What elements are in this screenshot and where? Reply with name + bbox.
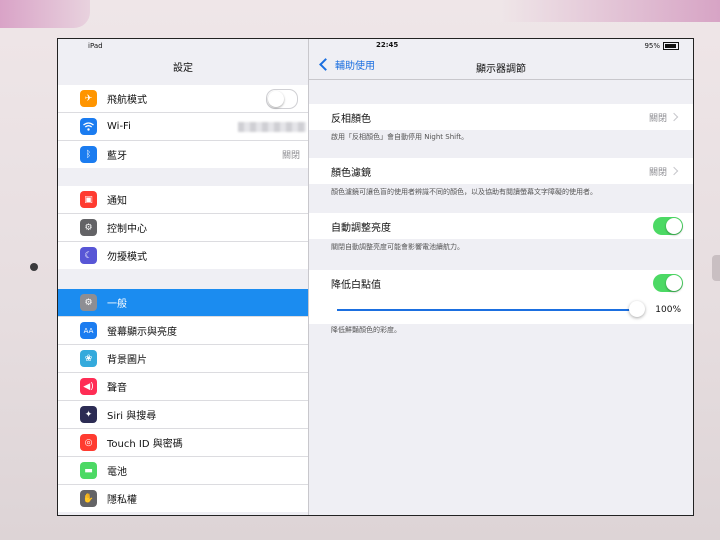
sidebar-item-wifi[interactable]: Wi-Fi <box>58 113 308 141</box>
wifi-icon <box>80 118 97 135</box>
sidebar-item-label: 通知 <box>107 196 127 207</box>
reduce-white-point-cell: 降低白點值 <box>309 270 693 296</box>
bluetooth-icon: ᛒ <box>80 146 97 163</box>
sidebar-item-sounds[interactable]: ◀) 聲音 <box>58 373 308 401</box>
auto-brightness-cell: 自動調整亮度 <box>309 213 693 239</box>
color-filters-footer: 顏色濾鏡可讓色盲的使用者辨識不同的顏色，以及協助有閱讀螢幕文字障礙的使用者。 <box>331 188 597 196</box>
battery-percent: 95% <box>644 42 660 50</box>
reduce-white-point-toggle[interactable] <box>653 274 683 292</box>
sound-icon: ◀) <box>80 378 97 395</box>
sidebar-item-label: 勿擾模式 <box>107 252 147 263</box>
sidebar-group-connectivity: ✈ 飛航模式 Wi-Fi ᛒ 藍牙 關閉 <box>58 85 308 168</box>
invert-colors-label: 反相顏色 <box>331 113 371 125</box>
sidebar-item-touch-id[interactable]: ◎ Touch ID 與密碼 <box>58 429 308 457</box>
sidebar-item-general[interactable]: ⚙ 一般 <box>58 289 308 317</box>
white-point-slider-track[interactable] <box>337 309 637 311</box>
control-center-icon: ⚙ <box>80 219 97 236</box>
white-point-slider-row: 100% <box>309 296 693 324</box>
airplane-mode-toggle[interactable] <box>266 88 298 109</box>
invert-colors-footer: 啟用「反相顏色」會自動停用 Night Shift。 <box>331 133 469 141</box>
front-camera <box>30 263 38 271</box>
settings-sidebar: 設定 ✈ 飛航模式 Wi-Fi ᛒ 藍牙 關閉 ▣ 通知 ⚙ 控制中心 ☾ 勿擾… <box>58 39 309 515</box>
battery-indicator: 95% <box>644 42 679 50</box>
white-point-slider-knob[interactable] <box>629 301 645 317</box>
sidebar-item-bluetooth[interactable]: ᛒ 藍牙 關閉 <box>58 141 308 168</box>
chevron-right-icon <box>669 112 679 122</box>
sidebar-item-label: 一般 <box>107 299 127 310</box>
invert-colors-value: 關閉 <box>648 113 667 124</box>
reduce-white-point-footer: 降低鮮豔顏色的彩度。 <box>331 326 401 334</box>
sidebar-item-label: 藍牙 <box>107 151 127 162</box>
ipad-screen: 設定 ✈ 飛航模式 Wi-Fi ᛒ 藍牙 關閉 ▣ 通知 ⚙ 控制中心 ☾ 勿擾… <box>57 38 694 516</box>
battery-icon: ▬ <box>80 462 97 479</box>
status-time: 22:45 <box>376 41 399 49</box>
chevron-right-icon <box>669 166 679 176</box>
sidebar-item-label: Wi-Fi <box>107 121 131 132</box>
case-corner <box>0 0 90 28</box>
auto-brightness-footer: 關閉自動調整亮度可能會影響電池續航力。 <box>331 243 464 251</box>
case-edge <box>500 0 720 22</box>
sidebar-item-label: 控制中心 <box>107 224 147 235</box>
color-filters-value: 關閉 <box>648 167 667 178</box>
sidebar-item-privacy[interactable]: ✋ 隱私權 <box>58 485 308 512</box>
color-filters-cell[interactable]: 顏色濾鏡 關閉 <box>309 158 693 184</box>
fingerprint-icon: ◎ <box>80 434 97 451</box>
side-button <box>712 255 720 281</box>
status-bar: iPad 22:45 95% <box>58 39 693 53</box>
sidebar-item-display-brightness[interactable]: AA 螢幕顯示與亮度 <box>58 317 308 345</box>
bluetooth-status: 關閉 <box>281 151 300 161</box>
wallpaper-icon: ❀ <box>80 350 97 367</box>
nav-divider <box>309 79 693 80</box>
sidebar-item-control-center[interactable]: ⚙ 控制中心 <box>58 214 308 242</box>
auto-brightness-label: 自動調整亮度 <box>331 222 391 234</box>
hand-icon: ✋ <box>80 490 97 507</box>
detail-pane: 輔助使用 顯示器調節 反相顏色 關閉 啟用「反相顏色」會自動停用 Night S… <box>309 39 693 515</box>
device-label: iPad <box>88 42 103 50</box>
sidebar-item-battery[interactable]: ▬ 電池 <box>58 457 308 485</box>
notifications-icon: ▣ <box>80 191 97 208</box>
invert-colors-cell[interactable]: 反相顏色 關閉 <box>309 104 693 130</box>
sidebar-item-label: 隱私權 <box>107 495 137 506</box>
reduce-white-point-label: 降低白點值 <box>331 279 381 291</box>
auto-brightness-toggle[interactable] <box>653 217 683 235</box>
display-icon: AA <box>80 322 97 339</box>
sidebar-item-label: Touch ID 與密碼 <box>107 439 183 450</box>
sidebar-item-label: 電池 <box>107 467 127 478</box>
moon-icon: ☾ <box>80 247 97 264</box>
battery-status-icon <box>663 42 679 50</box>
gear-icon: ⚙ <box>80 294 97 311</box>
sidebar-item-label: 聲音 <box>107 383 127 394</box>
sidebar-item-notifications[interactable]: ▣ 通知 <box>58 186 308 214</box>
sidebar-item-siri-search[interactable]: ✦ Siri 與搜尋 <box>58 401 308 429</box>
siri-icon: ✦ <box>80 406 97 423</box>
sidebar-group-general: ⚙ 一般 AA 螢幕顯示與亮度 ❀ 背景圖片 ◀) 聲音 ✦ Siri 與搜尋 … <box>58 289 308 512</box>
sidebar-item-wallpaper[interactable]: ❀ 背景圖片 <box>58 345 308 373</box>
color-filters-label: 顏色濾鏡 <box>331 167 371 179</box>
white-point-slider-value: 100% <box>655 305 681 315</box>
sidebar-item-label: 螢幕顯示與亮度 <box>107 327 177 338</box>
airplane-icon: ✈ <box>80 90 97 107</box>
sidebar-item-airplane-mode[interactable]: ✈ 飛航模式 <box>58 85 308 113</box>
sidebar-item-label: 背景圖片 <box>107 355 147 366</box>
page-title: 顯示器調節 <box>476 64 526 75</box>
sidebar-title: 設定 <box>173 63 193 74</box>
sidebar-item-label: Siri 與搜尋 <box>107 411 157 422</box>
wifi-network-name-redacted <box>238 121 306 132</box>
sidebar-group-notifications: ▣ 通知 ⚙ 控制中心 ☾ 勿擾模式 <box>58 186 308 269</box>
sidebar-item-do-not-disturb[interactable]: ☾ 勿擾模式 <box>58 242 308 269</box>
sidebar-item-label: 飛航模式 <box>107 95 147 106</box>
